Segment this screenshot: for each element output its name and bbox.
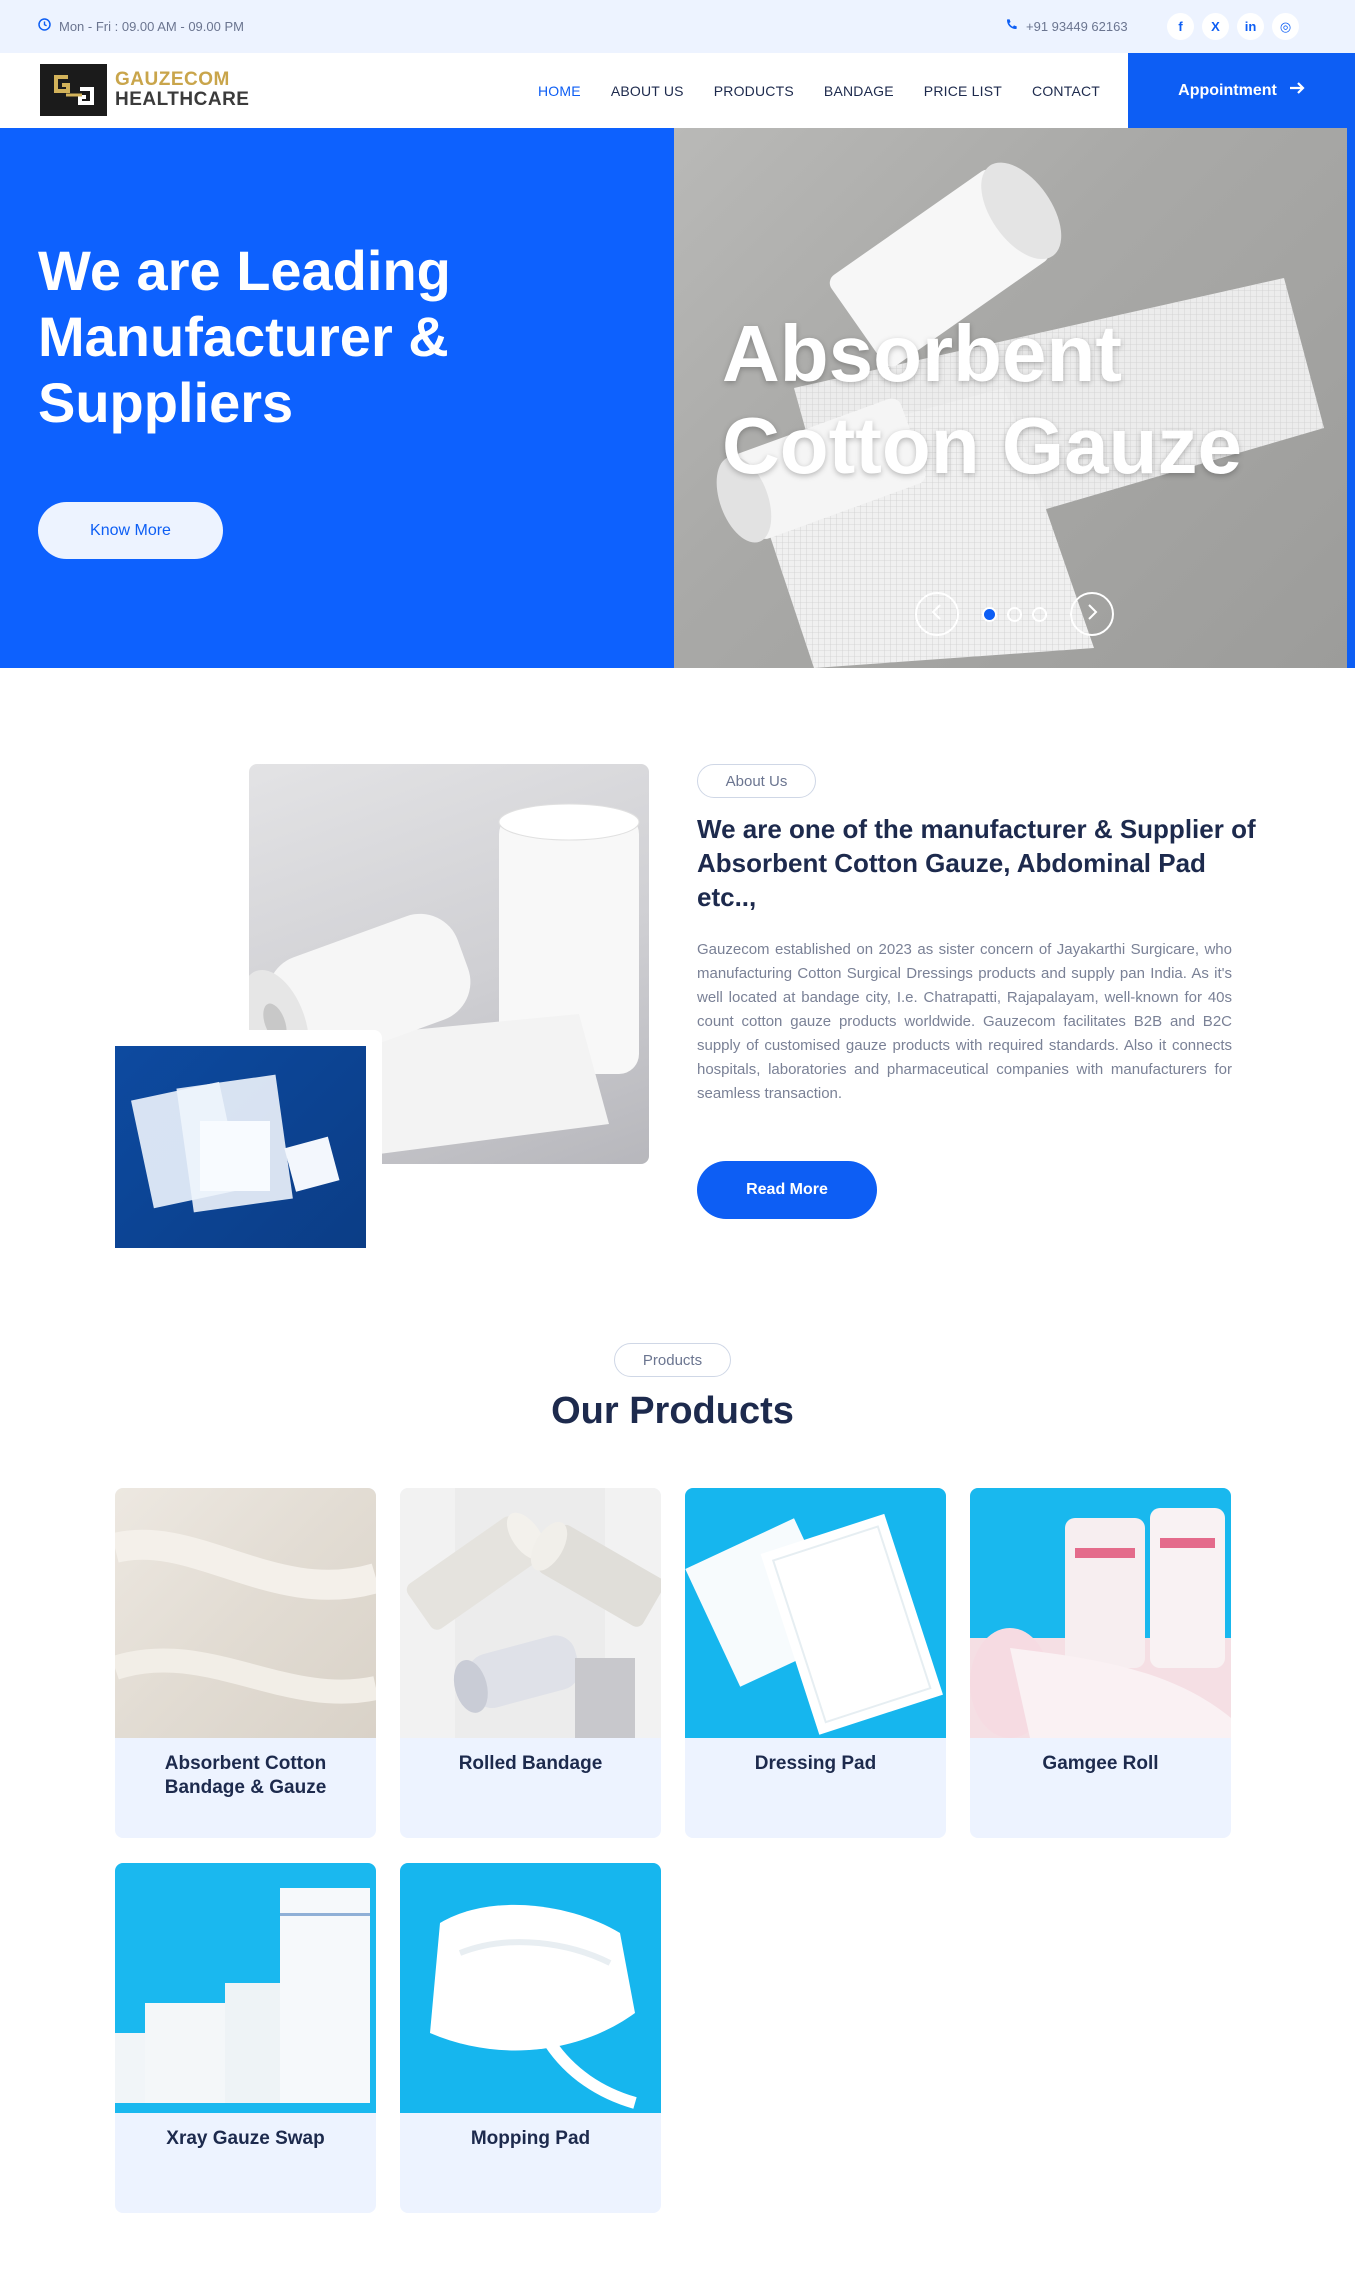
product-name: Absorbent Cotton Bandage & Gauze (164, 1753, 327, 1798)
linkedin-icon[interactable]: in (1237, 13, 1264, 40)
nav-menu: HOME ABOUT US PRODUCTS BANDAGE PRICE LIS… (538, 53, 1100, 128)
about-paragraph: Gauzecom established on 2023 as sister c… (697, 941, 1232, 1102)
business-hours: Mon - Fri : 09.00 AM - 09.00 PM (38, 18, 244, 34)
product-card-gamgee-roll[interactable]: Gamgee Roll (970, 1488, 1231, 1838)
instagram-icon[interactable]: ◎ (1272, 13, 1299, 40)
carousel-dot-2[interactable] (1007, 607, 1022, 622)
read-more-button[interactable]: Read More (697, 1161, 877, 1219)
hero-section: We are Leading Manufacturer & Suppliers … (0, 128, 1355, 668)
about-us-pill: About Us (697, 764, 816, 798)
products-title: Our Products (551, 1390, 794, 1432)
hero-title: We are Leading Manufacturer & Suppliers (38, 239, 451, 434)
phone-contact[interactable]: +91 93449 62163 (1005, 18, 1128, 34)
clock-icon (38, 18, 51, 34)
nav-item-home[interactable]: HOME (538, 83, 581, 99)
about-pads-image (115, 1046, 366, 1248)
carousel-dot-1[interactable] (982, 607, 997, 622)
product-name: Rolled Bandage (458, 1753, 603, 1774)
phone-number: +91 93449 62163 (1026, 18, 1128, 34)
arrow-right-icon (1289, 81, 1305, 100)
hero-intro-panel: We are Leading Manufacturer & Suppliers … (0, 128, 674, 668)
product-card-absorbent-cotton[interactable]: Absorbent Cotton Bandage & Gauze (115, 1488, 376, 1838)
hero-edge-accent (1347, 128, 1355, 668)
product-card-mopping-pad[interactable]: Mopping Pad (400, 1863, 661, 2213)
carousel-dot-3[interactable] (1032, 607, 1047, 622)
hero-carousel: Absorbent Cotton Gauze (674, 128, 1355, 668)
product-card-rolled-bandage[interactable]: Rolled Bandage (400, 1488, 661, 1838)
product-name: Gamgee Roll (1042, 1753, 1159, 1774)
dressing-pad-image (685, 1488, 946, 1738)
logo-line-2: HEALTHCARE (115, 89, 250, 110)
logo-text: GAUZECOM HEALTHCARE (115, 70, 249, 110)
logo-line-1: GAUZECOM (115, 69, 230, 91)
chevron-right-icon (1085, 601, 1099, 627)
main-navbar: GAUZECOM HEALTHCARE HOME ABOUT US PRODUC… (0, 53, 1355, 128)
brand-logo[interactable]: GAUZECOM HEALTHCARE (40, 64, 249, 116)
product-name: Xray Gauze Swap (166, 2128, 325, 2149)
logo-mark (40, 64, 107, 116)
mopping-pad-image (400, 1863, 661, 2113)
products-pill: Products (614, 1343, 731, 1377)
nav-item-contact[interactable]: CONTACT (1032, 83, 1100, 99)
nav-item-price-list[interactable]: PRICE LIST (924, 83, 1002, 99)
absorbent-cotton-image (115, 1488, 376, 1738)
appointment-button[interactable]: Appointment (1128, 53, 1355, 128)
social-links: f X in ◎ (1167, 13, 1299, 40)
know-more-button[interactable]: Know More (38, 502, 223, 559)
facebook-icon[interactable]: f (1167, 13, 1194, 40)
product-name: Dressing Pad (754, 1753, 877, 1774)
x-twitter-icon[interactable]: X (1202, 13, 1229, 40)
business-hours-text: Mon - Fri : 09.00 AM - 09.00 PM (59, 18, 244, 34)
about-heading: We are one of the manufacturer & Supplie… (697, 814, 1256, 912)
appointment-label: Appointment (1178, 81, 1277, 99)
phone-icon (1005, 18, 1018, 34)
carousel-prev-button[interactable] (915, 592, 959, 636)
slide-title: Absorbent Cotton Gauze (722, 309, 1242, 490)
carousel-next-button[interactable] (1070, 592, 1114, 636)
gamgee-roll-image (970, 1488, 1231, 1738)
nav-item-products[interactable]: PRODUCTS (714, 83, 794, 99)
nav-item-about-us[interactable]: ABOUT US (611, 83, 684, 99)
xray-gauze-swap-image (115, 1863, 376, 2113)
about-pads-image-frame (115, 1030, 382, 1248)
carousel-dots (982, 607, 1047, 622)
product-card-dressing-pad[interactable]: Dressing Pad (685, 1488, 946, 1838)
product-name: Mopping Pad (470, 2128, 591, 2149)
rolled-bandage-image (400, 1488, 661, 1738)
product-card-xray-gauze-swap[interactable]: Xray Gauze Swap (115, 1863, 376, 2213)
nav-item-bandage[interactable]: BANDAGE (824, 83, 894, 99)
top-bar: Mon - Fri : 09.00 AM - 09.00 PM +91 9344… (0, 0, 1355, 53)
chevron-left-icon (930, 601, 944, 627)
